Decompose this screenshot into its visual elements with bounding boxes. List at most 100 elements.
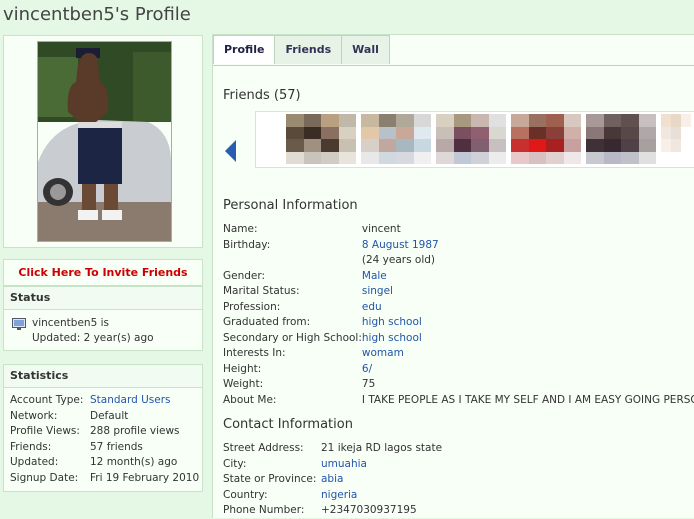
info-value-link[interactable]: abia — [321, 472, 442, 488]
friends-heading: Friends (57) — [223, 88, 301, 103]
profile-photo[interactable] — [37, 41, 172, 242]
info-row: Street Address: 21 ikeja RD lagos state — [223, 441, 442, 457]
info-value: 75 — [361, 378, 376, 390]
stats-key: Friends: — [10, 440, 52, 453]
info-key: Country: — [223, 488, 268, 501]
stats-row: Signup Date: Fri 19 February 2010 — [10, 472, 199, 488]
info-key: Phone Number: — [223, 504, 305, 516]
info-key: Gender: — [223, 269, 266, 282]
friend-thumbnail[interactable] — [436, 114, 506, 164]
info-value-link[interactable]: 8 August 1987 — [362, 238, 694, 254]
page-title: vincentben5's Profile — [3, 4, 191, 25]
info-key: City: — [223, 457, 247, 470]
friend-thumbnail[interactable] — [361, 114, 431, 164]
info-value-link[interactable]: Male — [362, 269, 694, 285]
info-key: Height: — [223, 362, 262, 375]
tab-profile[interactable]: Profile — [213, 35, 276, 64]
info-row: Graduated from: high school — [223, 315, 694, 331]
info-row: Phone Number: +2347030937195 — [223, 503, 442, 519]
info-value: I TAKE PEOPLE AS I TAKE MY SELF AND I AM… — [361, 393, 694, 406]
info-row: Gender: Male — [223, 269, 694, 285]
info-row: State or Province: abia — [223, 472, 442, 488]
info-row: About Me: I TAKE PEOPLE AS I TAKE MY SELF… — [223, 393, 694, 409]
info-value-link[interactable]: 6/ — [362, 362, 694, 378]
invite-box: Click Here To Invite Friends — [3, 259, 203, 286]
info-row: Weight: 75 — [223, 377, 694, 393]
tab-wall[interactable]: Wall — [341, 35, 390, 64]
stats-value: 12 month(s) ago — [90, 456, 178, 468]
stats-row: Profile Views: 288 profile views — [10, 425, 199, 441]
info-row: Secondary or High School: high school — [223, 331, 694, 347]
friend-thumbnail[interactable] — [286, 114, 356, 164]
info-value-link[interactable]: edu — [362, 300, 694, 316]
info-key: Interests In: — [223, 347, 286, 359]
info-key: Secondary or High School: — [223, 331, 362, 344]
tabs-divider — [213, 65, 694, 66]
info-value: 21 ikeja RD lagos state — [321, 442, 443, 454]
status-line-1: vincentben5 is — [32, 317, 109, 329]
info-row: Height: 6/ — [223, 362, 694, 378]
info-row: Name: vincent — [223, 222, 694, 238]
personal-info-heading: Personal Information — [223, 198, 358, 213]
info-value-link[interactable]: umuahia — [321, 457, 442, 473]
statistics-panel: Statistics Account Type: Standard Users N… — [3, 364, 203, 492]
arrow-left-icon[interactable] — [225, 140, 236, 162]
profile-tabs: Profile Friends Wall — [213, 35, 390, 65]
stats-row: Updated: 12 month(s) ago — [10, 456, 199, 472]
contact-info-heading: Contact Information — [223, 417, 353, 432]
info-key: Graduated from: — [223, 316, 311, 328]
info-key: Birthday: — [223, 238, 271, 251]
info-key: Profession: — [223, 300, 281, 313]
info-row: Profession: edu — [223, 300, 694, 316]
info-row: City: umuahia — [223, 457, 442, 473]
status-line-2: Updated: 2 year(s) ago — [32, 332, 154, 344]
info-value: (24 years old) — [361, 254, 436, 266]
info-value-link[interactable]: nigeria — [321, 488, 442, 504]
info-key: State or Province: — [223, 473, 317, 485]
info-value: +2347030937195 — [321, 504, 417, 516]
stats-key: Network: — [10, 409, 58, 422]
stats-key: Updated: — [10, 456, 59, 468]
main-content: Profile Friends Wall Friends (57) Person… — [212, 34, 694, 518]
stats-row: Network: Default — [10, 410, 199, 426]
tab-friends[interactable]: Friends — [274, 35, 343, 64]
stats-value: Fri 19 February 2010 — [90, 471, 200, 484]
status-heading: Status — [4, 287, 202, 310]
statistics-heading: Statistics — [4, 365, 202, 388]
stats-value: Default — [90, 409, 129, 422]
personal-info-table: Name: vincent Birthday: 8 August 1987 (24 … — [223, 222, 694, 408]
friend-thumbnail[interactable] — [586, 114, 656, 164]
stats-key: Profile Views: — [10, 425, 80, 437]
friends-carousel — [255, 111, 694, 168]
stats-row: Friends: 57 friends — [10, 441, 199, 457]
info-key — [223, 253, 362, 269]
info-row: Marital Status: singel — [223, 284, 694, 300]
friend-thumbnail[interactable] — [511, 114, 581, 164]
profile-photo-box — [3, 35, 203, 248]
info-row: Country: nigeria — [223, 488, 442, 504]
stats-key: Account Type: — [10, 394, 84, 406]
status-panel: Status vincentben5 is Updated: 2 year(s)… — [3, 286, 203, 351]
info-value-link[interactable]: womam — [362, 346, 694, 362]
info-key: Name: — [223, 223, 258, 235]
stats-key: Signup Date: — [10, 471, 79, 484]
info-key: About Me: — [223, 393, 277, 406]
statistics-table: Account Type: Standard Users Network: Defa… — [10, 394, 199, 487]
info-value-link[interactable]: high school — [362, 331, 694, 347]
info-value-link[interactable]: high school — [362, 315, 694, 331]
stats-row: Account Type: Standard Users — [10, 394, 199, 410]
status-body: vincentben5 is Updated: 2 year(s) ago — [4, 310, 202, 346]
stats-value: 57 friends — [90, 440, 143, 453]
info-row: Birthday: 8 August 1987 — [223, 238, 694, 254]
info-value: vincent — [361, 223, 401, 235]
friend-thumbnail[interactable] — [661, 114, 694, 164]
info-row: (24 years old) — [223, 253, 694, 269]
stats-value: 288 profile views — [90, 425, 180, 437]
stats-value-link[interactable]: Standard Users — [90, 394, 199, 410]
info-key: Marital Status: — [223, 285, 300, 297]
monitor-icon — [12, 318, 26, 330]
invite-friends-link[interactable]: Click Here To Invite Friends — [18, 266, 187, 279]
info-row: Interests In: womam — [223, 346, 694, 362]
info-value-link[interactable]: singel — [362, 284, 694, 300]
info-key: Street Address: — [223, 442, 304, 454]
